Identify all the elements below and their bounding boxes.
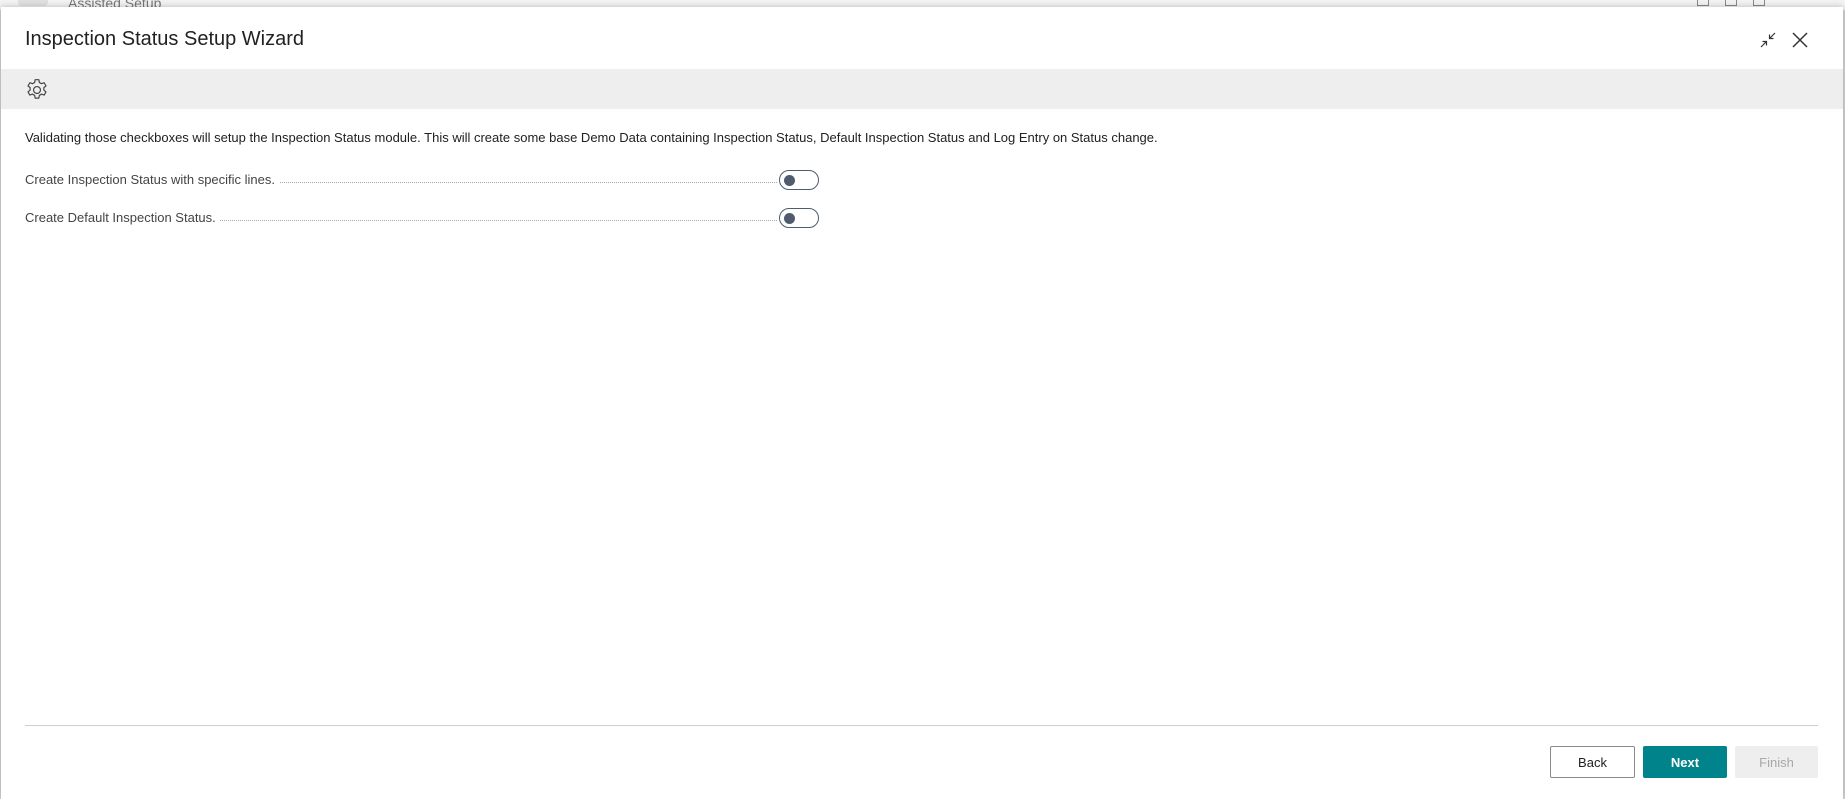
footer-divider — [25, 725, 1818, 726]
back-button[interactable]: Back — [1550, 746, 1635, 778]
wizard-content: Validating those checkboxes will setup t… — [25, 129, 1815, 230]
settings-button[interactable] — [23, 76, 51, 104]
expand-icon[interactable] — [1753, 0, 1765, 6]
close-button[interactable] — [1787, 27, 1813, 53]
field-row-create-default-inspection-status: Create Default Inspection Status. — [25, 208, 1815, 230]
collapse-icon — [1760, 32, 1776, 48]
collapse-button[interactable] — [1755, 27, 1781, 53]
instruction-text: Validating those checkboxes will setup t… — [25, 130, 1158, 145]
gear-icon — [27, 79, 47, 99]
create-inspection-status-toggle[interactable] — [779, 170, 819, 190]
bookmark-icon[interactable] — [1697, 0, 1709, 6]
toggle-knob — [784, 213, 795, 224]
field-label: Create Default Inspection Status. — [25, 210, 220, 225]
close-icon — [1792, 32, 1808, 48]
setup-wizard-dialog: Inspection Status Setup Wizard Validatin… — [1, 7, 1843, 799]
action-bar — [1, 69, 1843, 109]
create-default-inspection-status-toggle[interactable] — [779, 208, 819, 228]
toggle-knob — [784, 175, 795, 186]
finish-button: Finish — [1735, 746, 1818, 778]
field-label: Create Inspection Status with specific l… — [25, 172, 280, 187]
dialog-title: Inspection Status Setup Wizard — [25, 28, 305, 50]
next-button[interactable]: Next — [1643, 746, 1727, 778]
chevron-left-icon: ‹ — [31, 0, 35, 3]
open-new-window-icon[interactable] — [1725, 0, 1737, 6]
background-back-button[interactable]: ‹ — [18, 0, 48, 6]
background-page-actions — [1697, 0, 1765, 6]
field-row-create-inspection-status: Create Inspection Status with specific l… — [25, 170, 1815, 192]
dialog-header: Inspection Status Setup Wizard — [1, 7, 1843, 69]
